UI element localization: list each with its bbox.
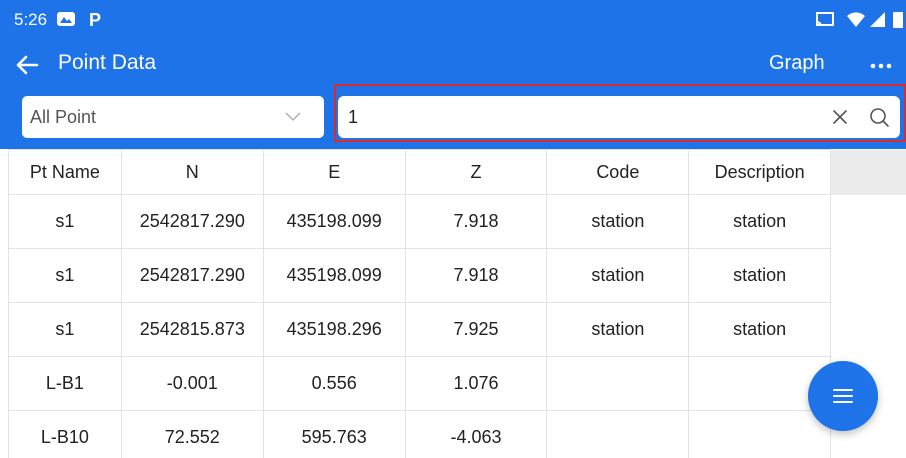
table-row[interactable]: s1 2542817.290 435198.099 7.918 station … xyxy=(8,194,906,249)
table-header-row: Pt Name N E Z Code Description xyxy=(8,149,906,195)
column-header-description[interactable]: Description xyxy=(688,149,832,195)
cell-description: station xyxy=(688,194,832,249)
table-row[interactable]: s1 2542815.873 435198.296 7.925 station … xyxy=(8,302,906,357)
graph-button[interactable]: Graph xyxy=(769,52,825,75)
cell-code: station xyxy=(546,302,690,357)
menu-icon xyxy=(833,389,853,403)
cell-z: 7.925 xyxy=(404,302,548,357)
cell-description: station xyxy=(688,302,832,357)
status-time: 5:26 xyxy=(14,10,48,29)
status-bar: 5:26 P xyxy=(0,0,906,39)
cast-icon xyxy=(816,12,834,27)
cell-pt-name: s1 xyxy=(8,302,122,357)
cell-pt-name: s1 xyxy=(8,194,122,249)
menu-fab-button[interactable] xyxy=(808,361,878,431)
filter-bar: All Point xyxy=(0,84,906,149)
table-row[interactable]: L-B10 72.552 595.763 -4.063 xyxy=(8,410,906,458)
gallery-icon xyxy=(57,12,75,26)
point-filter-value: All Point xyxy=(30,107,97,127)
table-row[interactable]: s1 2542817.290 435198.099 7.918 station … xyxy=(8,248,906,303)
cell-n: 2542815.873 xyxy=(120,302,264,357)
cell-z: 7.918 xyxy=(404,248,548,303)
page-title: Point Data xyxy=(58,51,157,74)
cell-pt-name: L-B10 xyxy=(8,410,122,458)
column-header-e[interactable]: E xyxy=(262,149,406,195)
column-header-z[interactable]: Z xyxy=(404,149,548,195)
cell-description xyxy=(688,410,832,458)
close-icon[interactable] xyxy=(830,107,850,127)
point-table: Pt Name N E Z Code Description s1 254281… xyxy=(8,149,906,458)
cell-code: station xyxy=(546,194,690,249)
column-header-n[interactable]: N xyxy=(120,149,264,195)
row-filler xyxy=(831,195,906,249)
cell-e: 435198.099 xyxy=(262,248,406,303)
cell-pt-name: L-B1 xyxy=(8,356,122,411)
point-filter-select[interactable]: All Point xyxy=(22,96,324,138)
cell-e: 595.763 xyxy=(262,410,406,458)
column-header-code[interactable]: Code xyxy=(546,149,690,195)
app-screen: 5:26 P Point Data Graph All Point 1 Pt N… xyxy=(0,0,906,458)
signal-icon xyxy=(870,12,885,27)
more-horiz-icon[interactable] xyxy=(866,53,896,79)
battery-icon xyxy=(893,12,903,28)
cell-description: station xyxy=(688,248,832,303)
cell-e: 435198.296 xyxy=(262,302,406,357)
cell-n: 2542817.290 xyxy=(120,248,264,303)
search-icon[interactable] xyxy=(868,106,890,128)
wifi-icon xyxy=(847,12,865,27)
svg-text:P: P xyxy=(89,10,101,28)
cell-n: -0.001 xyxy=(120,356,264,411)
cell-code xyxy=(546,356,690,411)
cell-z: -4.063 xyxy=(404,410,548,458)
search-box xyxy=(338,96,900,138)
row-filler xyxy=(831,303,906,357)
row-filler xyxy=(831,249,906,303)
cell-e: 435198.099 xyxy=(262,194,406,249)
table-row[interactable]: L-B1 -0.001 0.556 1.076 xyxy=(8,356,906,411)
cell-n: 2542817.290 xyxy=(120,194,264,249)
cell-code: station xyxy=(546,248,690,303)
search-input[interactable] xyxy=(348,104,788,130)
column-header-pt-name[interactable]: Pt Name xyxy=(8,149,122,195)
cell-code xyxy=(546,410,690,458)
cell-z: 1.076 xyxy=(404,356,548,411)
cell-n: 72.552 xyxy=(120,410,264,458)
parking-icon: P xyxy=(89,10,101,28)
cell-z: 7.918 xyxy=(404,194,548,249)
chevron-down-icon xyxy=(285,112,301,122)
arrow-left-icon[interactable] xyxy=(14,52,40,78)
header-filler xyxy=(830,149,906,195)
cell-pt-name: s1 xyxy=(8,248,122,303)
cell-e: 0.556 xyxy=(262,356,406,411)
